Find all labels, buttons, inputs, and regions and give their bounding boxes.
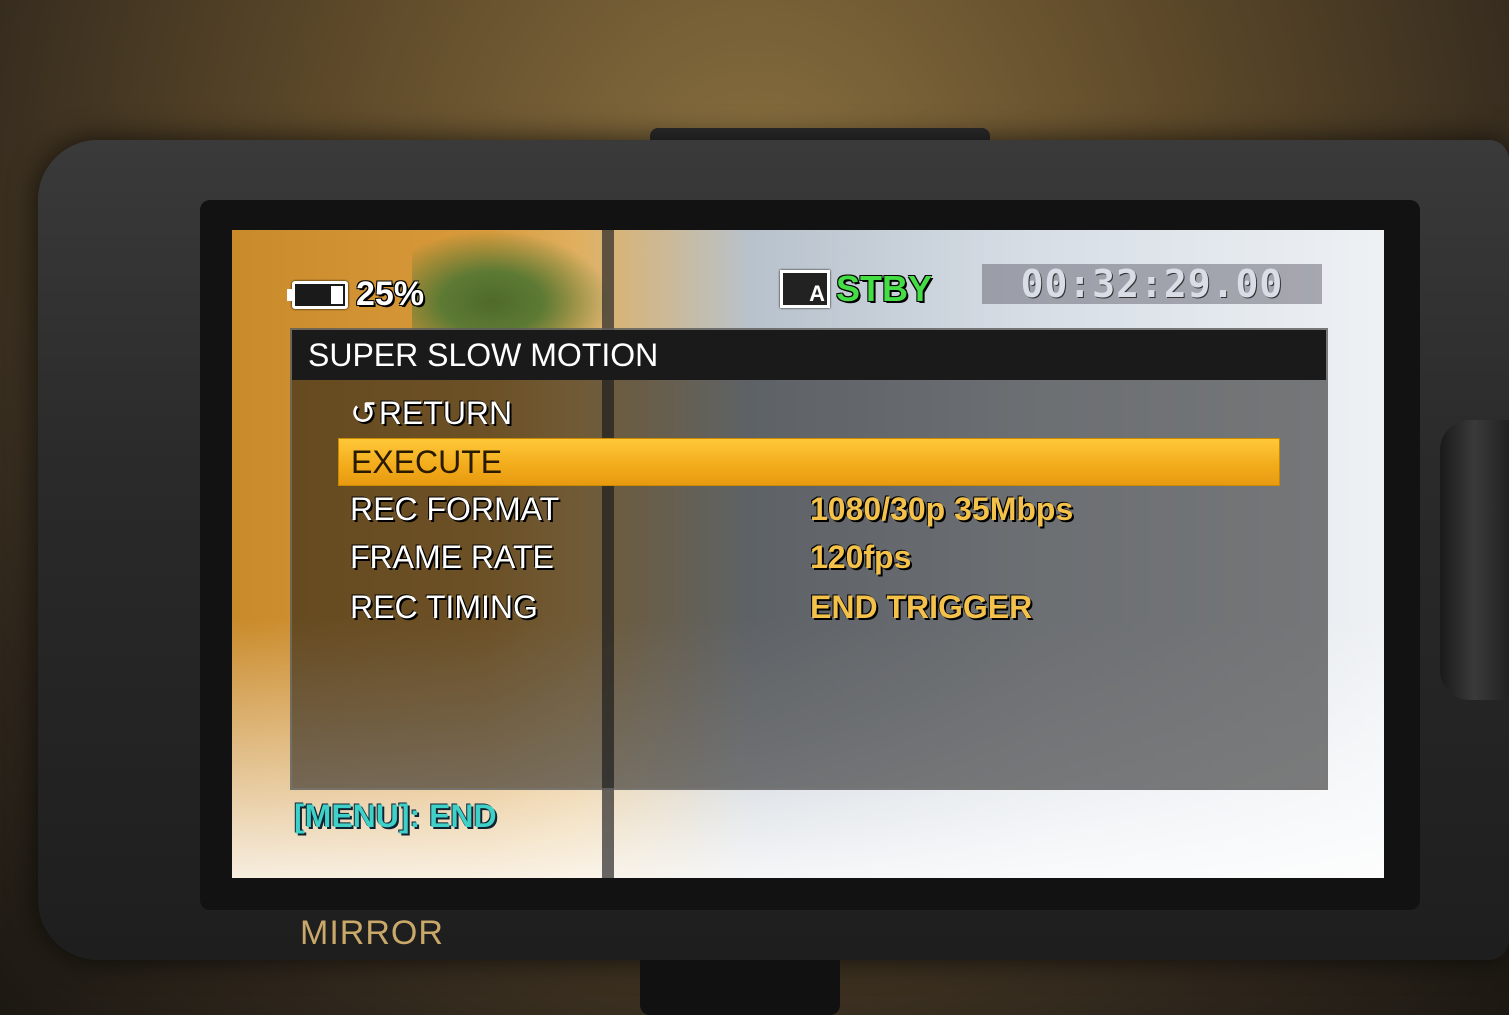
camera-mount-foot bbox=[640, 960, 840, 1015]
menu-item-rec-timing[interactable]: REC TIMING END TRIGGER bbox=[338, 584, 1278, 630]
menu-item-label: RETURN bbox=[378, 394, 513, 431]
super-slow-motion-menu: SUPER SLOW MOTION ↺ RETURN EXECUTE REC F… bbox=[290, 328, 1328, 790]
menu-item-value: 1080/30p 35Mbps bbox=[810, 490, 1074, 527]
standby-status: STBY bbox=[836, 268, 933, 309]
menu-item-label: EXECUTE bbox=[351, 443, 503, 480]
menu-item-rec-format[interactable]: REC FORMAT 1080/30p 35Mbps bbox=[338, 486, 1278, 532]
menu-title: SUPER SLOW MOTION bbox=[292, 330, 1326, 380]
record-status: A STBY bbox=[780, 268, 932, 310]
return-arrow-icon: ↺ bbox=[350, 395, 377, 431]
menu-item-value: END TRIGGER bbox=[810, 588, 1033, 625]
battery-fill bbox=[330, 285, 343, 304]
memory-card-icon: A bbox=[780, 270, 830, 308]
menu-item-execute[interactable]: EXECUTE bbox=[338, 438, 1280, 486]
mirror-label: MIRROR bbox=[300, 914, 444, 952]
menu-item-label: REC TIMING bbox=[350, 588, 538, 625]
timecode-display: 00:32:29.00 bbox=[982, 262, 1322, 306]
menu-item-label: FRAME RATE bbox=[350, 538, 554, 575]
menu-item-value: 120fps bbox=[810, 538, 912, 575]
battery-icon bbox=[287, 280, 348, 309]
menu-item-return[interactable]: ↺ RETURN bbox=[338, 390, 1278, 436]
menu-end-hint: [MENU]: END bbox=[294, 798, 497, 834]
status-bar: 25% A STBY 00:32:29.00 bbox=[232, 230, 1384, 325]
lcd-screen: 25% A STBY 00:32:29.00 SUPER SLOW MOTION… bbox=[232, 230, 1384, 878]
card-slot-letter: A bbox=[809, 281, 825, 306]
menu-item-frame-rate[interactable]: FRAME RATE 120fps bbox=[338, 534, 1278, 580]
menu-item-label: REC FORMAT bbox=[350, 490, 560, 527]
battery-indicator: 25% bbox=[287, 275, 425, 314]
side-knob bbox=[1440, 420, 1509, 700]
battery-percent: 25% bbox=[356, 275, 425, 313]
